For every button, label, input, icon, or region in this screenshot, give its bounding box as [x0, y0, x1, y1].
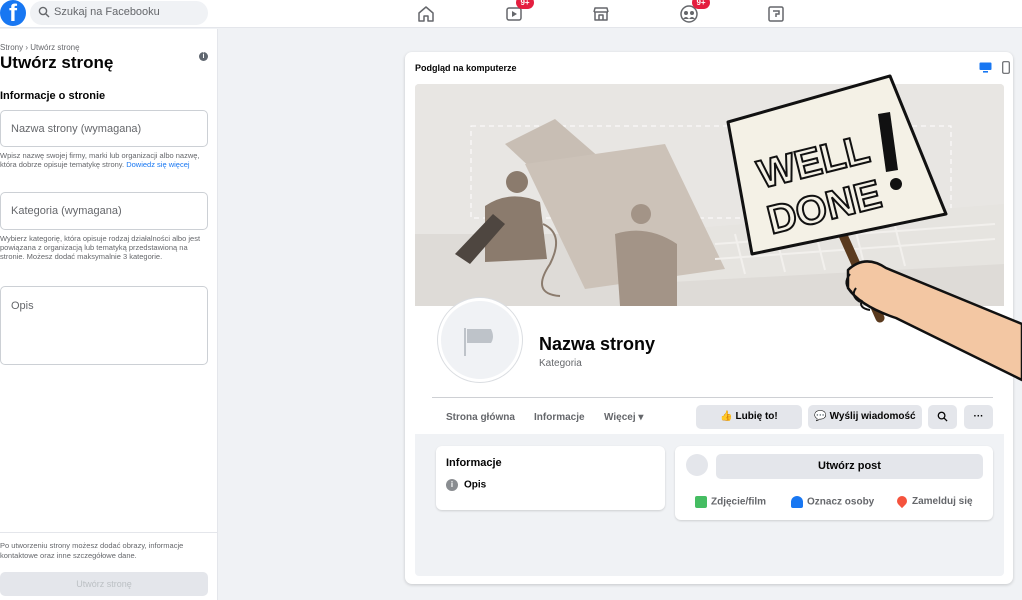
more-options-button[interactable]: ··· [964, 405, 993, 429]
search-icon [937, 411, 948, 422]
section-heading: Informacje o stronie [0, 90, 106, 102]
category-placeholder: Kategoria (wymagana) [11, 205, 122, 217]
tag-people-action[interactable]: Oznacz osoby [791, 496, 874, 508]
send-message-label: Wyślij wiadomość [829, 411, 916, 422]
post-avatar [686, 454, 708, 476]
like-label: Lubię to! [735, 411, 778, 422]
page-name-input[interactable]: Nazwa strony (wymagana) [0, 110, 208, 147]
page-name-placeholder: Nazwa strony (wymagana) [11, 123, 142, 135]
breadcrumb[interactable]: Strony › Utwórz stronę [0, 43, 80, 52]
description-row: i Opis [446, 479, 486, 491]
profile-avatar[interactable] [438, 298, 522, 382]
flag-icon [464, 328, 493, 356]
search-page-button[interactable] [928, 405, 957, 429]
page-header-card: Nazwa strony Kategoria Strona główna Inf… [415, 298, 1004, 434]
person-icon [791, 496, 803, 508]
description-placeholder: Opis [11, 300, 34, 312]
create-page-sidebar: Strony › Utwórz stronę Utwórz stronę i I… [0, 29, 218, 600]
checkin-action[interactable]: Zamelduj się [894, 494, 973, 509]
tag-people-label: Oznacz osoby [807, 496, 875, 508]
page-title: Utwórz stronę [0, 53, 114, 72]
desktop-icon[interactable] [979, 62, 992, 73]
photo-icon [695, 496, 707, 508]
search-icon [38, 6, 50, 18]
page-category: Kategoria [539, 358, 582, 369]
about-card-heading: Informacje [446, 457, 502, 469]
tab-more[interactable]: Więcej ▾ [604, 412, 643, 423]
photo-video-label: Zdjęcie/film [711, 496, 767, 508]
tab-about[interactable]: Informacje [534, 412, 585, 423]
learn-more-link[interactable]: Dowiedz się więcej [126, 160, 189, 169]
page-name-help: Wpisz nazwę swojej firmy, marki lub orga… [0, 151, 212, 169]
facebook-logo-letter: f [9, 0, 17, 27]
about-card: Informacje i Opis [436, 446, 665, 510]
notification-badge: 9+ [516, 0, 534, 9]
messenger-icon: 💬 [814, 411, 827, 422]
home-icon[interactable] [416, 4, 436, 24]
page-name: Nazwa strony [539, 334, 656, 354]
create-post-card: Utwórz post Zdjęcie/film Oznacz osoby Za… [675, 446, 993, 520]
marketplace-icon[interactable] [591, 4, 611, 24]
cover-photo [415, 84, 1004, 306]
category-input[interactable]: Kategoria (wymagana) [0, 192, 208, 230]
like-button[interactable]: 👍 Lubię to! [696, 405, 802, 429]
desktop-preview-panel: Podgląd na komputerze Nazwa strony Kateg… [405, 52, 1013, 584]
footer-divider [0, 532, 218, 533]
groups-tab[interactable]: 9+ [679, 0, 710, 28]
category-help: Wybierz kategorię, która opisuje rodzaj … [0, 234, 201, 261]
facebook-logo[interactable]: f [0, 0, 26, 27]
notification-badge: 9+ [692, 0, 710, 9]
info-icon: i [446, 479, 458, 491]
preview-label: Podgląd na komputerze [415, 63, 517, 73]
info-icon[interactable]: i [199, 52, 208, 61]
header-divider [432, 397, 993, 398]
cover-illustration [415, 84, 1004, 306]
watch-tab[interactable]: 9+ [504, 0, 534, 28]
photo-video-action[interactable]: Zdjęcie/film [695, 496, 766, 508]
description-label: Opis [464, 479, 487, 491]
description-textarea[interactable]: Opis [0, 286, 208, 365]
search-placeholder: Szukaj na Facebooku [54, 6, 160, 18]
top-navigation-bar: f Szukaj na Facebooku 9+ 9+ [0, 0, 1022, 28]
mobile-icon[interactable] [1002, 61, 1010, 74]
checkin-label: Zamelduj się [912, 496, 973, 507]
page-preview: Nazwa strony Kategoria Strona główna Inf… [415, 84, 1004, 576]
footer-note: Po utworzeniu strony możesz dodać obrazy… [0, 541, 184, 560]
search-input[interactable]: Szukaj na Facebooku [30, 1, 208, 25]
tab-home[interactable]: Strona główna [446, 412, 515, 423]
gaming-icon[interactable] [766, 4, 786, 24]
create-post-button[interactable]: Utwórz post [716, 454, 983, 479]
thumbs-up-icon: 👍 [720, 411, 733, 422]
create-page-button[interactable]: Utwórz stronę [0, 572, 208, 596]
send-message-button[interactable]: 💬 Wyślij wiadomość [808, 405, 922, 429]
location-pin-icon [894, 494, 910, 509]
